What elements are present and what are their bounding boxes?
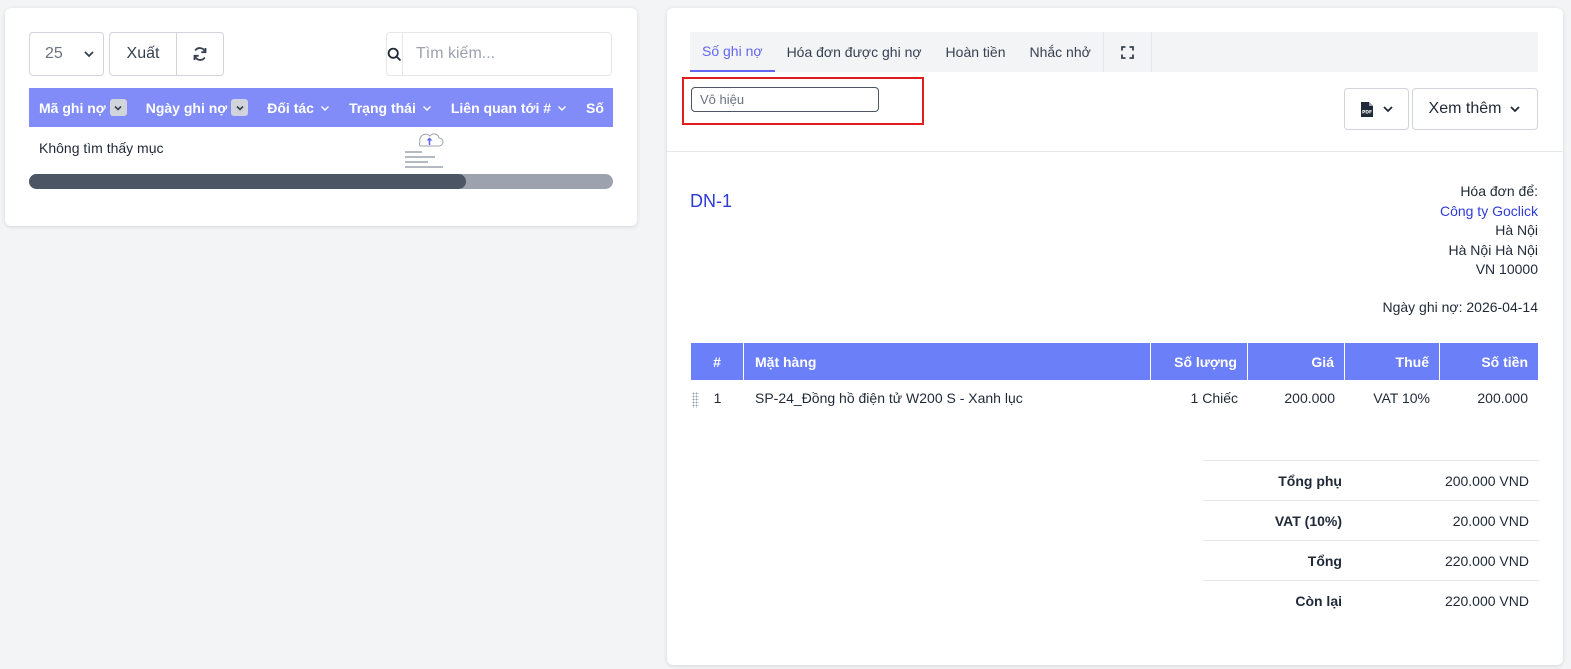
subtotal-label: Tổng phụ bbox=[1278, 472, 1342, 489]
tab-refunds[interactable]: Hoàn tiền bbox=[934, 32, 1018, 72]
chevron-down-icon bbox=[422, 103, 432, 113]
header-item: Mặt hàng bbox=[744, 343, 1151, 380]
table-header: Mã ghi nợ Ngày ghi nợ Đối tác Trạng thái… bbox=[29, 88, 613, 127]
chevron-down-icon bbox=[1510, 106, 1521, 113]
date-value: 2026-04-14 bbox=[1466, 299, 1538, 315]
more-button-label: Xem thêm bbox=[1428, 100, 1502, 117]
search-box bbox=[386, 32, 623, 76]
amount-due-row: Còn lại 220.000 VND bbox=[1203, 580, 1539, 620]
divider bbox=[667, 151, 1563, 152]
total-label: Tổng bbox=[1307, 552, 1342, 569]
table-row: 1 SP-24_Đồng hồ điện tử W200 S - Xanh lụ… bbox=[691, 380, 1538, 416]
pdf-button[interactable]: PDF bbox=[1344, 88, 1409, 130]
more-button[interactable]: Xem thêm bbox=[1412, 88, 1538, 130]
bill-to-state-city: Hà Nội Hà Nội bbox=[1448, 241, 1538, 258]
chevron-down-icon bbox=[84, 51, 94, 58]
drag-handle-icon[interactable] bbox=[692, 392, 699, 408]
bill-to-block: Hóa đơn để: Công ty Goclick Hà Nội Hà Nộ… bbox=[1440, 182, 1538, 280]
pdf-file-icon: PDF bbox=[1360, 101, 1373, 117]
column-debit-note-date[interactable]: Ngày ghi nợ bbox=[136, 99, 258, 116]
column-debit-note-number[interactable]: Mã ghi nợ bbox=[29, 99, 136, 116]
horizontal-scrollbar[interactable] bbox=[29, 174, 613, 189]
sort-icon[interactable] bbox=[109, 99, 127, 116]
status-field[interactable] bbox=[691, 87, 879, 112]
search-icon bbox=[387, 33, 403, 75]
header-number: # bbox=[691, 343, 744, 380]
detail-tabs: Số ghi nợ Hóa đơn được ghi nợ Hoàn tiền … bbox=[690, 32, 1538, 72]
amount-due-value: 220.000 VND bbox=[1444, 592, 1529, 609]
items-table-header: # Mặt hàng Số lượng Giá Thuế Số tiền bbox=[691, 343, 1538, 380]
sort-icon[interactable] bbox=[231, 99, 249, 116]
expand-icon bbox=[1120, 45, 1134, 59]
subtotal-value: 200.000 VND bbox=[1444, 472, 1529, 489]
items-table: # Mặt hàng Số lượng Giá Thuế Số tiền 1 S… bbox=[691, 343, 1538, 416]
column-partner[interactable]: Đối tác bbox=[257, 100, 339, 116]
header-amount: Số tiền bbox=[1481, 353, 1528, 370]
row-price: 200.000 bbox=[1284, 390, 1335, 406]
per-page-value: 25 bbox=[45, 45, 63, 62]
empty-cloud-upload-icon bbox=[405, 133, 444, 168]
svg-text:PDF: PDF bbox=[1361, 109, 1371, 115]
header-quantity: Số lượng bbox=[1151, 343, 1248, 380]
amount-due-label: Còn lại bbox=[1295, 592, 1342, 609]
date-label: Ngày ghi nợ: bbox=[1382, 299, 1463, 315]
tab-invoices-credited[interactable]: Hóa đơn được ghi nợ bbox=[775, 32, 934, 72]
scrollbar-thumb[interactable] bbox=[29, 174, 466, 189]
debit-note-list-panel: 25 Xuất Mã ghi nợ Ngày ghi nợ Đ bbox=[5, 8, 637, 226]
column-status[interactable]: Trạng thái bbox=[339, 100, 441, 116]
export-button[interactable]: Xuất bbox=[110, 33, 177, 75]
tab-debit-note[interactable]: Số ghi nợ bbox=[690, 32, 775, 72]
refresh-button[interactable] bbox=[177, 33, 223, 75]
tab-reminders[interactable]: Nhắc nhở bbox=[1017, 32, 1102, 72]
bill-to-city: Hà Nội bbox=[1495, 222, 1538, 238]
row-amount: 200.000 bbox=[1477, 390, 1528, 406]
debit-note-date: Ngày ghi nợ: 2026-04-14 bbox=[1382, 299, 1538, 315]
debit-note-detail-panel: Số ghi nợ Hóa đơn được ghi nợ Hoàn tiền … bbox=[667, 8, 1563, 665]
header-price: Giá bbox=[1248, 343, 1345, 380]
row-tax: VAT 10% bbox=[1373, 390, 1430, 406]
tax-label: VAT (10%) bbox=[1274, 512, 1342, 529]
empty-message: Không tìm thấy mục bbox=[39, 140, 164, 156]
fullscreen-button[interactable] bbox=[1102, 32, 1152, 72]
row-quantity: 1 Chiếc bbox=[1190, 390, 1238, 406]
column-related-to[interactable]: Liên quan tới # bbox=[441, 100, 576, 116]
subtotal-row: Tổng phụ 200.000 VND bbox=[1203, 460, 1539, 500]
refresh-icon bbox=[193, 47, 207, 61]
chevron-down-icon bbox=[557, 103, 567, 113]
debit-note-number[interactable]: DN-1 bbox=[690, 191, 732, 212]
tax-row: VAT (10%) 20.000 VND bbox=[1203, 500, 1539, 540]
tax-value: 20.000 VND bbox=[1452, 512, 1529, 529]
totals-table: Tổng phụ 200.000 VND VAT (10%) 20.000 VN… bbox=[1203, 460, 1539, 620]
total-value: 220.000 VND bbox=[1444, 552, 1529, 569]
column-amount[interactable]: Số bbox=[576, 100, 613, 116]
header-tax: Thuế bbox=[1345, 343, 1440, 380]
chevron-down-icon bbox=[1382, 106, 1393, 113]
search-input[interactable] bbox=[403, 33, 623, 75]
row-item: SP-24_Đồng hồ điện tử W200 S - Xanh lục bbox=[755, 390, 1023, 406]
total-row: Tổng 220.000 VND bbox=[1203, 540, 1539, 580]
chevron-down-icon bbox=[320, 103, 330, 113]
bill-to-company-link[interactable]: Công ty Goclick bbox=[1440, 202, 1538, 222]
bill-to-label: Hóa đơn để: bbox=[1460, 183, 1538, 199]
table-actions: Xuất bbox=[109, 32, 224, 76]
per-page-select[interactable]: 25 bbox=[29, 32, 104, 76]
bill-to-country-zip: VN 10000 bbox=[1475, 261, 1538, 277]
